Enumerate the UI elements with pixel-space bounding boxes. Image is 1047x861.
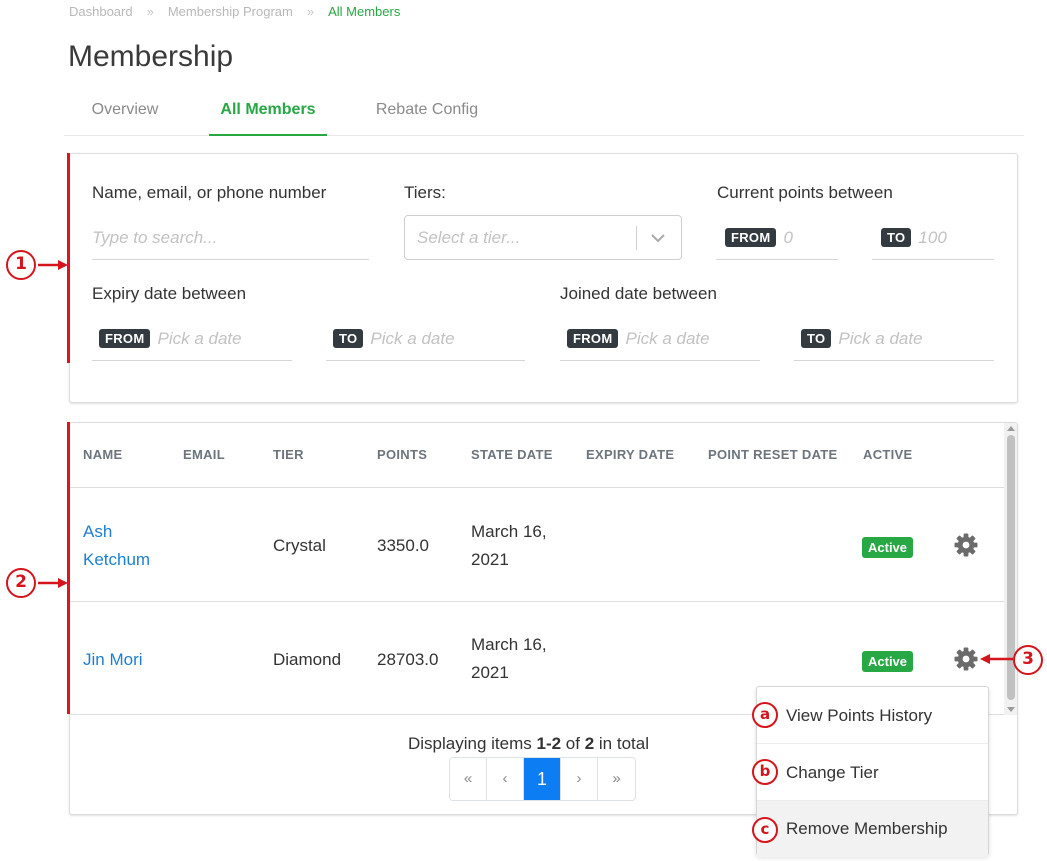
row-actions-menu: View Points History Change Tier Remove M… <box>756 686 989 857</box>
page-button-current[interactable]: 1 <box>524 758 561 800</box>
joined-to-date-input[interactable]: TO Pick a date <box>794 317 994 361</box>
joined-from-date-input[interactable]: FROM Pick a date <box>560 317 760 361</box>
first-page-button[interactable]: « <box>450 758 487 800</box>
table-row-divider <box>70 601 1004 602</box>
to-badge: TO <box>801 329 832 348</box>
table-row-divider <box>70 487 1004 488</box>
tier-select[interactable]: Select a tier... <box>404 215 682 260</box>
to-badge: TO <box>333 329 364 348</box>
breadcrumb: Dashboard » Membership Program » All Mem… <box>69 4 400 19</box>
points-from-placeholder: 0 <box>783 227 793 247</box>
member-state-date: March 16, 2021 <box>471 635 547 682</box>
last-page-button[interactable]: » <box>598 758 635 800</box>
column-header-point-reset-date[interactable]: POINT RESET DATE <box>708 447 838 462</box>
member-points: 28703.0 <box>377 650 439 669</box>
menu-item-change-tier[interactable]: Change Tier <box>757 745 988 801</box>
menu-item-remove-membership[interactable]: Remove Membership <box>757 801 988 857</box>
breadcrumb-item-membership-program[interactable]: Membership Program <box>168 4 293 19</box>
points-to-placeholder: 100 <box>918 227 947 247</box>
annotation-letter-a: a <box>752 702 778 728</box>
member-name-link[interactable]: Jin Mori <box>83 646 143 674</box>
from-badge: FROM <box>567 329 619 348</box>
next-page-button[interactable]: › <box>561 758 598 800</box>
status-badge: Active <box>862 537 914 558</box>
breadcrumb-item-all-members: All Members <box>328 4 401 19</box>
column-header-active[interactable]: ACTIVE <box>863 447 912 462</box>
expiry-to-placeholder: Pick a date <box>370 328 455 348</box>
prev-page-button[interactable]: ‹ <box>487 758 524 800</box>
breadcrumb-separator: » <box>306 4 315 19</box>
annotation-letter-c: c <box>752 817 778 843</box>
from-badge: FROM <box>725 228 777 247</box>
search-label: Name, email, or phone number <box>92 183 327 202</box>
column-header-email[interactable]: EMAIL <box>183 447 225 462</box>
tab-all-members[interactable]: All Members <box>209 92 327 136</box>
from-badge: FROM <box>99 329 151 348</box>
tier-select-placeholder: Select a tier... <box>417 227 521 247</box>
annotation-callout-2: 2 <box>6 568 36 598</box>
expiry-from-date-input[interactable]: FROM Pick a date <box>92 317 292 361</box>
annotation-callout-1: 1 <box>6 250 36 280</box>
member-state-date: March 16, 2021 <box>471 522 547 569</box>
select-divider <box>636 226 637 250</box>
search-input[interactable]: Type to search... <box>92 216 369 260</box>
search-placeholder: Type to search... <box>92 227 218 247</box>
breadcrumb-separator: » <box>146 4 154 19</box>
annotation-callout-3: 3 <box>1013 645 1043 675</box>
column-header-points[interactable]: POINTS <box>377 447 427 462</box>
expiry-to-date-input[interactable]: TO Pick a date <box>326 317 525 361</box>
joined-range-label: Joined date between <box>560 284 717 303</box>
chevron-down-icon[interactable] <box>649 226 667 250</box>
points-to-input[interactable]: TO 100 <box>872 216 994 260</box>
pagination-summary: Displaying items 1-2 of 2 in total <box>408 734 649 753</box>
column-header-name[interactable]: NAME <box>83 447 122 462</box>
joined-to-placeholder: Pick a date <box>838 328 923 348</box>
column-header-expiry-date[interactable]: EXPIRY DATE <box>586 447 674 462</box>
page-title: Membership <box>68 40 234 73</box>
expiry-range-label: Expiry date between <box>92 284 247 303</box>
member-name-link[interactable]: Ash Ketchum <box>83 518 150 574</box>
member-points: 3350.0 <box>377 536 429 555</box>
tab-overview[interactable]: Overview <box>80 92 170 136</box>
status-badge: Active <box>862 651 914 672</box>
column-header-tier[interactable]: TIER <box>273 447 304 462</box>
menu-item-view-points-history[interactable]: View Points History <box>757 688 988 744</box>
gear-icon[interactable] <box>953 532 979 558</box>
joined-from-placeholder: Pick a date <box>625 328 710 348</box>
pagination: « ‹ 1 › » <box>449 757 636 801</box>
tab-rebate-config[interactable]: Rebate Config <box>370 92 484 136</box>
scroll-down-arrow-icon[interactable] <box>1007 707 1015 712</box>
tiers-label: Tiers: <box>404 183 446 202</box>
annotation-letter-b: b <box>752 759 778 785</box>
to-badge: TO <box>881 228 912 247</box>
column-header-state-date[interactable]: STATE DATE <box>471 447 553 462</box>
expiry-from-placeholder: Pick a date <box>157 328 242 348</box>
member-tier: Diamond <box>273 650 342 669</box>
tab-bar: Overview All Members Rebate Config <box>64 92 1024 136</box>
breadcrumb-item-dashboard[interactable]: Dashboard <box>69 4 133 19</box>
points-range-label: Current points between <box>717 183 893 202</box>
points-from-input[interactable]: FROM 0 <box>716 216 838 260</box>
scroll-up-arrow-icon[interactable] <box>1007 426 1015 431</box>
member-tier: Crystal <box>273 536 326 555</box>
